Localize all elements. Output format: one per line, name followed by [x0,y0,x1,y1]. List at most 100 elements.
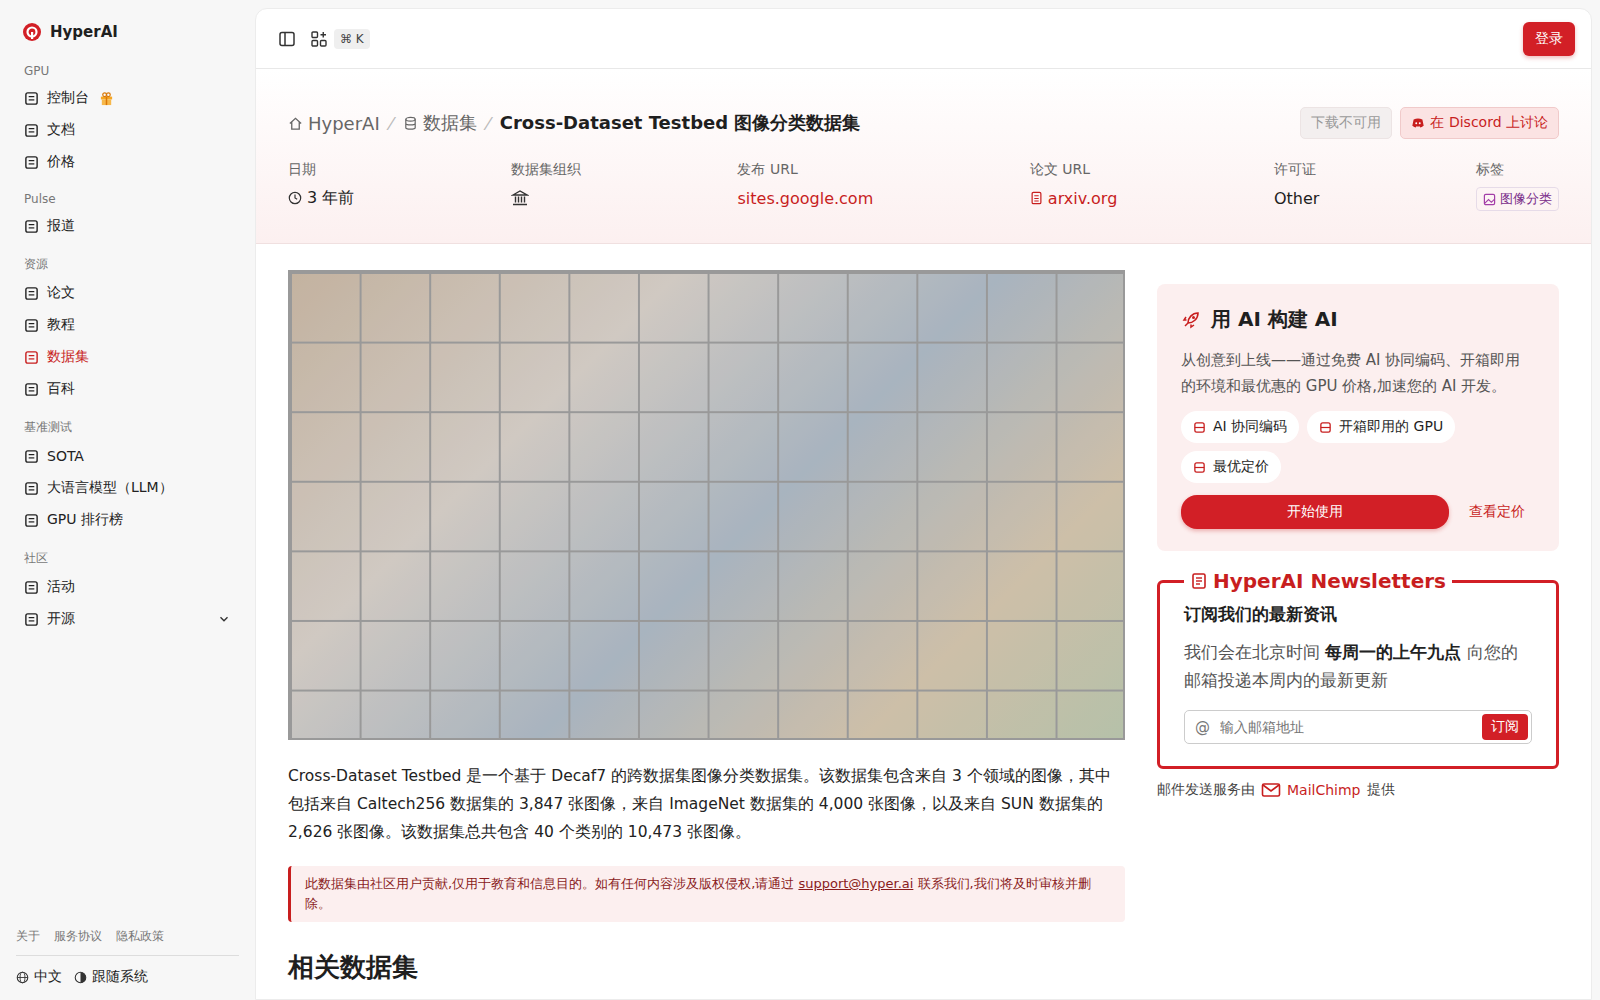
institution-icon [511,189,529,207]
tag-chip[interactable]: 图像分类 [1476,187,1559,211]
feature-pill: 最优定价 [1181,451,1281,483]
sidebar-toggle-icon[interactable] [278,30,296,48]
support-email-link[interactable]: support@hyper.ai [798,876,913,891]
at-sign: @ [1195,718,1210,736]
dataset-preview-image [288,270,1125,740]
discord-icon [1411,116,1425,130]
menu-item-icon [24,580,39,595]
globe-icon [16,971,29,984]
menu-item-icon [24,350,39,365]
sidebar-item-label: 开源 [47,610,75,628]
sidebar-item-label: 价格 [47,153,75,171]
sidebar-item[interactable]: 教程 [16,309,239,341]
menu-item-icon [24,449,39,464]
sidebar-item-label: 数据集 [47,348,89,366]
sidebar-item-label: 教程 [47,316,75,334]
sidebar-section: GPU控制台文档价格 [16,58,239,178]
footer-link[interactable]: 隐私政策 [116,928,164,945]
menu-item-icon [24,155,39,170]
sidebar-item[interactable]: 论文 [16,277,239,309]
menu-item-icon [24,318,39,333]
meta-field: 许可证Other [1274,161,1319,211]
apps-icon[interactable] [310,30,328,48]
section-label: 资源 [16,250,239,277]
header-actions: 下载不可用 在 Discord 上讨论 [1300,107,1559,139]
breadcrumb-separator: ⁄ [390,113,393,134]
sidebar-item[interactable]: 数据集 [16,341,239,373]
footer-link[interactable]: 关于 [16,928,40,945]
footer-link[interactable]: 服务协议 [54,928,102,945]
action-button: 下载不可用 [1300,107,1392,139]
sidebar-item[interactable]: 报道 [16,210,239,242]
dataset-header: HyperAI⁄ 数据集⁄ Cross-Dataset Testbed 图像分类… [256,69,1591,244]
feature-pill: AI 协同编码 [1181,411,1299,443]
document-icon [1030,191,1043,205]
sidebar: HyperAIGPU控制台文档价格Pulse报道资源论文教程数据集百科基准测试S… [0,0,255,1000]
topbar: ⌘ K 登录 [256,9,1591,69]
sidebar-item-label: 大语言模型（LLM） [47,479,173,497]
sidebar-section: Pulse报道 [16,186,239,242]
preferences-row: 中文 跟随系统 [16,956,239,986]
copyright-notice: 此数据集由社区用户贡献,仅用于教育和信息目的。如有任何内容涉及版权侵权,请通过 … [288,866,1125,922]
section-label: 基准测试 [16,413,239,440]
mailchimp-link[interactable]: MailChimp [1287,782,1361,798]
brand-logo[interactable]: HyperAI [16,20,239,44]
start-button[interactable]: 开始使用 [1181,495,1449,529]
promo-card: 用 AI 构建 AI从创意到上线——通过免费 AI 协同编码、开箱即用的环境和最… [1157,284,1559,551]
promo-actions: 开始使用 查看定价 [1181,495,1535,529]
database-icon [403,116,418,131]
brand-name: HyperAI [50,23,118,41]
subscribe-button[interactable]: 订阅 [1482,714,1528,740]
meta-value[interactable]: sites.google.com [737,187,873,209]
newsletter-text: 我们会在北京时间 每周一的上午九点 向您的邮箱投递本周内的最新更新 [1184,638,1532,694]
meta-value[interactable]: 图像分类 [1476,187,1559,211]
app: HyperAIGPU控制台文档价格Pulse报道资源论文教程数据集百科基准测试S… [0,0,1600,1000]
sidebar-item[interactable]: GPU 排行榜 [16,504,239,536]
breadcrumb-item[interactable]: 数据集 [403,111,477,135]
newsletter-box: HyperAI Newsletters订阅我们的最新资讯我们会在北京时间 每周一… [1157,569,1559,769]
meta-label: 数据集组织 [511,161,581,179]
language-switch[interactable]: 中文 [16,968,62,986]
sidebar-item[interactable]: 开源 [16,603,239,635]
shortcut-key: ⌘ K [334,29,370,49]
meta-value [511,187,581,209]
email-input[interactable] [1218,718,1474,736]
action-button[interactable]: 在 Discord 上讨论 [1400,107,1559,139]
sidebar-item[interactable]: 百科 [16,373,239,405]
breadcrumb: HyperAI⁄ 数据集⁄ Cross-Dataset Testbed 图像分类… [288,111,860,135]
login-button[interactable]: 登录 [1523,22,1575,56]
meta-field: 日期3 年前 [288,161,354,211]
dataset-description: Cross-Dataset Testbed 是一个基于 Decaf7 的跨数据集… [288,762,1125,846]
menu-item-icon [24,382,39,397]
breadcrumb-separator: ⁄ [487,113,490,134]
sidebar-item[interactable]: 活动 [16,571,239,603]
breadcrumb-item[interactable]: HyperAI [288,113,380,134]
chevron-down-icon[interactable] [217,612,231,626]
feature-icon [1193,421,1206,434]
side-column: 用 AI 构建 AI从创意到上线——通过免费 AI 协同编码、开箱即用的环境和最… [1157,270,1559,985]
home-icon [288,116,303,131]
sidebar-section: 基准测试SOTA 大语言模型（LLM） GPU 排行榜 [16,413,239,536]
sidebar-item[interactable]: 控制台 [16,82,239,114]
meta-label: 许可证 [1274,161,1319,179]
theme-switch[interactable]: 跟随系统 [74,968,148,986]
meta-label: 日期 [288,161,354,179]
feature-pill: 开箱即用的 GPU [1307,411,1455,443]
gift-icon [99,91,114,106]
sidebar-item[interactable]: 价格 [16,146,239,178]
meta-value[interactable]: arxiv.org [1030,187,1117,209]
feature-icon [1193,461,1206,474]
pricing-link[interactable]: 查看定价 [1469,503,1525,521]
sidebar-item[interactable]: SOTA [16,440,239,472]
sidebar-item-label: 论文 [47,284,75,302]
feature-list: AI 协同编码 开箱即用的 GPU 最优定价 [1181,411,1535,483]
sidebar-item-label: 控制台 [47,89,89,107]
sidebar-item[interactable]: 文档 [16,114,239,146]
sidebar-item[interactable]: 大语言模型（LLM） [16,472,239,504]
sidebar-item-label: 百科 [47,380,75,398]
menu-item-icon [24,123,39,138]
sidebar-item-label: GPU 排行榜 [47,511,123,529]
hyperai-logo-icon [22,22,42,42]
sidebar-item-label: 报道 [47,217,75,235]
menu-item-icon [24,91,39,106]
